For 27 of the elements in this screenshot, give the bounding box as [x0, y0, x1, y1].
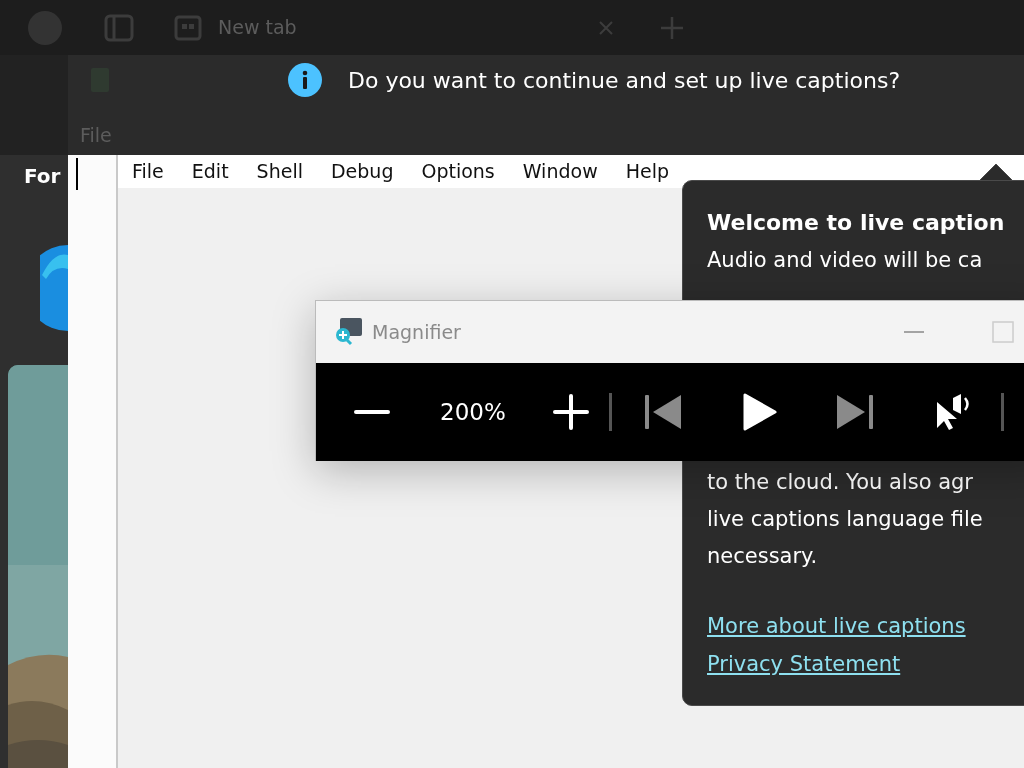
link[interactable]: More about live captions: [707, 614, 966, 638]
flyout-text: live captions language file: [707, 506, 984, 533]
menu-item[interactable]: Help: [611, 155, 683, 188]
skip-forward-icon: [836, 393, 875, 431]
flyout-title: Welcome to live caption: [707, 209, 1006, 237]
text-cursor: [76, 158, 78, 190]
prompt-message: Do you want to continue and set up live captions?: [348, 66, 901, 95]
menu-item[interactable]: Edit: [177, 155, 243, 188]
flyout-text: to the cloud. You also agr: [707, 469, 974, 496]
search-label: For: [24, 163, 61, 190]
menu-item[interactable]: Debug: [316, 155, 408, 188]
zoom-level: 200%: [440, 397, 506, 427]
menu-item[interactable]: Shell: [242, 155, 317, 188]
plus-icon: [552, 394, 589, 430]
zoom-in-button[interactable]: [552, 394, 589, 430]
menu-item[interactable]: Options: [407, 155, 509, 188]
flyout-text: Audio and video will be ca: [707, 247, 984, 274]
link[interactable]: Privacy Statement: [707, 652, 901, 676]
app-icon[interactable]: [40, 245, 68, 331]
info-icon: [288, 63, 322, 97]
flyout-text: necessary.: [707, 543, 819, 570]
menu-item[interactable]: File: [118, 155, 178, 188]
tab-page-icon: [174, 13, 202, 42]
skip-back-icon: [644, 393, 683, 431]
menu-item[interactable]: Window: [508, 155, 612, 188]
window-title: Magnifier: [372, 319, 462, 345]
minus-icon: [354, 410, 390, 414]
